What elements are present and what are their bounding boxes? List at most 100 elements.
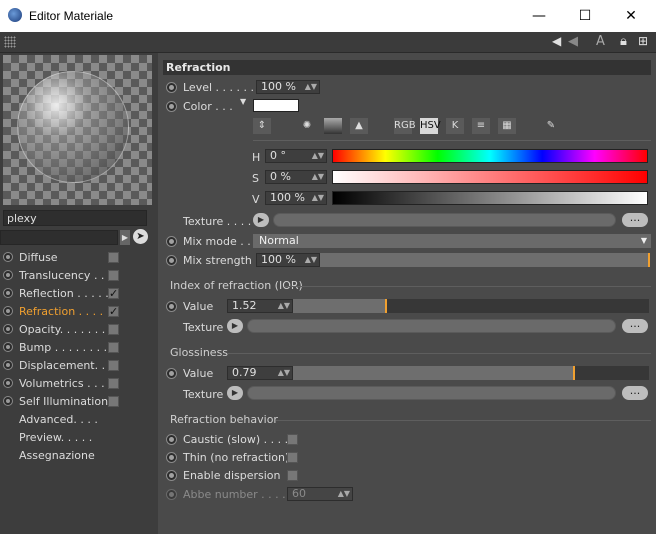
- level-radio[interactable]: [166, 82, 177, 93]
- glossiness-texture-field[interactable]: [247, 386, 616, 400]
- channel-radio[interactable]: [3, 306, 13, 316]
- sliders-icon[interactable]: ≡: [472, 118, 490, 134]
- channel-radio[interactable]: [3, 360, 13, 370]
- glossiness-field[interactable]: 0.79 ▲▼: [227, 366, 293, 380]
- channel-reflection[interactable]: Reflection . . . . . ✓: [0, 285, 158, 303]
- caustic-checkbox[interactable]: [287, 434, 298, 445]
- new-panel-icon[interactable]: ⊞: [638, 34, 648, 48]
- mode-hsv[interactable]: HSV: [420, 118, 441, 134]
- channel-opacity[interactable]: Opacity. . . . . . .: [0, 321, 158, 339]
- saturation-slider[interactable]: [332, 170, 648, 184]
- picker-icon[interactable]: ➤: [133, 229, 148, 244]
- back-arrow-icon[interactable]: ◀: [552, 34, 561, 48]
- value-slider[interactable]: [332, 191, 648, 205]
- channel-self-illumination[interactable]: Self Illumination: [0, 393, 158, 411]
- channel-displacement[interactable]: Displacement. . .: [0, 357, 158, 375]
- ior-field[interactable]: 1.52 ▲▼: [227, 299, 293, 313]
- eyedropper-spread-icon[interactable]: ⇕: [253, 118, 271, 134]
- channel-radio[interactable]: [3, 270, 13, 280]
- color-wheel-icon[interactable]: ✺: [298, 118, 316, 134]
- ior-radio[interactable]: [166, 301, 177, 312]
- minimize-button[interactable]: —: [516, 0, 562, 32]
- ior-texture-field[interactable]: [247, 319, 616, 333]
- channel-refraction[interactable]: Refraction . . . . ✓: [0, 303, 158, 321]
- caustic-radio[interactable]: [166, 434, 177, 445]
- spinner-icon[interactable]: ▲▼: [278, 300, 290, 312]
- ior-texture-arrow-icon[interactable]: ▶: [227, 319, 243, 333]
- thin-checkbox[interactable]: [287, 452, 298, 463]
- material-name-field[interactable]: plexy: [3, 210, 147, 226]
- abbe-field[interactable]: 60 ▲▼: [287, 487, 353, 501]
- spinner-icon[interactable]: ▲▼: [278, 367, 290, 379]
- color-radio[interactable]: [166, 101, 177, 112]
- abbe-radio[interactable]: [166, 489, 177, 500]
- h-field[interactable]: 0 ° ▲▼: [265, 149, 327, 163]
- color-dropdown-icon[interactable]: ▼: [240, 97, 246, 106]
- spinner-icon[interactable]: ▲▼: [305, 254, 317, 266]
- material-arrow-icon[interactable]: ▶: [120, 230, 130, 245]
- spectrum-icon[interactable]: [324, 118, 342, 134]
- level-field[interactable]: 100 % ▲▼: [256, 80, 320, 94]
- mix-strength-radio[interactable]: [166, 255, 177, 266]
- dispersion-checkbox[interactable]: [287, 470, 298, 481]
- mix-strength-field[interactable]: 100 % ▲▼: [256, 253, 320, 267]
- mix-strength-slider[interactable]: [320, 253, 650, 267]
- pipette-icon[interactable]: ✎: [542, 118, 560, 134]
- mix-mode-select[interactable]: Normal ▼: [253, 234, 651, 248]
- letter-a-icon[interactable]: A: [596, 34, 605, 49]
- channel-checkbox[interactable]: [108, 324, 119, 335]
- mix-mode-radio[interactable]: [166, 236, 177, 247]
- mode-k[interactable]: K: [446, 118, 464, 134]
- channel-checkbox-checked[interactable]: ✓: [108, 306, 119, 317]
- link-preview[interactable]: Preview. . . . .: [0, 429, 158, 447]
- thin-radio[interactable]: [166, 452, 177, 463]
- material-selector[interactable]: [0, 230, 118, 245]
- slider-handle[interactable]: [573, 366, 575, 380]
- channel-radio[interactable]: [3, 396, 13, 406]
- mixer-icon[interactable]: ▦: [498, 118, 516, 134]
- glossiness-radio[interactable]: [166, 368, 177, 379]
- material-preview[interactable]: [3, 55, 152, 205]
- v-field[interactable]: 100 % ▲▼: [265, 191, 327, 205]
- channel-checkbox[interactable]: [108, 252, 119, 263]
- ior-slider[interactable]: [293, 299, 649, 313]
- link-advanced[interactable]: Advanced. . . .: [0, 411, 158, 429]
- maximize-button[interactable]: ☐: [562, 0, 608, 32]
- forward-arrow-icon[interactable]: ◀: [568, 34, 578, 49]
- ior-texture-more-button[interactable]: ...: [622, 318, 648, 333]
- channel-diffuse[interactable]: Diffuse: [0, 249, 158, 267]
- link-assegnazione[interactable]: Assegnazione: [0, 447, 158, 465]
- spinner-icon[interactable]: ▲▼: [312, 150, 324, 162]
- hue-slider[interactable]: [332, 149, 648, 163]
- s-field[interactable]: 0 % ▲▼: [265, 170, 327, 184]
- grip-icon[interactable]: [4, 36, 16, 48]
- channel-checkbox[interactable]: [108, 342, 119, 353]
- mode-rgb[interactable]: RGB: [394, 118, 416, 134]
- color-swatch[interactable]: [253, 99, 299, 112]
- slider-handle[interactable]: [648, 253, 650, 267]
- channel-bump[interactable]: Bump . . . . . . . .: [0, 339, 158, 357]
- channel-radio[interactable]: [3, 378, 13, 388]
- channel-checkbox[interactable]: [108, 360, 119, 371]
- image-icon[interactable]: ▲: [350, 118, 368, 134]
- channel-radio[interactable]: [3, 252, 13, 262]
- channel-volumetrics[interactable]: Volumetrics . . . .: [0, 375, 158, 393]
- channel-checkbox-checked[interactable]: ✓: [108, 288, 119, 299]
- channel-radio[interactable]: [3, 342, 13, 352]
- texture-more-button[interactable]: ...: [622, 212, 648, 227]
- close-button[interactable]: ✕: [608, 0, 654, 32]
- channel-checkbox[interactable]: [108, 378, 119, 389]
- glossiness-texture-arrow-icon[interactable]: ▶: [227, 386, 243, 400]
- channel-checkbox[interactable]: [108, 396, 119, 407]
- channel-checkbox[interactable]: [108, 270, 119, 281]
- lock-icon[interactable]: 🔒︎: [620, 34, 627, 49]
- channel-radio[interactable]: [3, 288, 13, 298]
- dispersion-radio[interactable]: [166, 470, 177, 481]
- slider-handle[interactable]: [385, 299, 387, 313]
- texture-field[interactable]: [273, 213, 616, 227]
- texture-arrow-icon[interactable]: ▶: [253, 213, 269, 227]
- glossiness-texture-more-button[interactable]: ...: [622, 385, 648, 400]
- spinner-icon[interactable]: ▲▼: [338, 488, 350, 500]
- spinner-icon[interactable]: ▲▼: [312, 192, 324, 204]
- spinner-icon[interactable]: ▲▼: [305, 81, 317, 93]
